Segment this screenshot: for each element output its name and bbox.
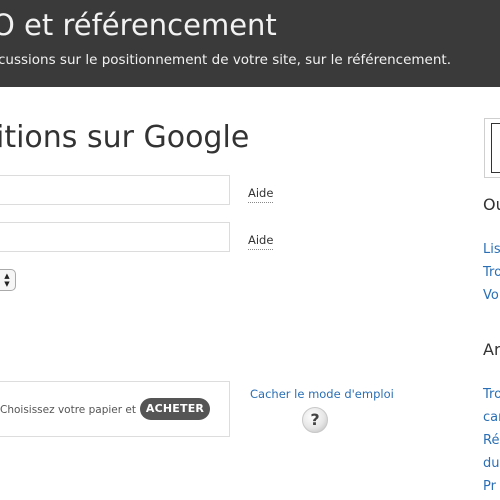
sidebar-link[interactable]: Lis bbox=[483, 242, 500, 257]
sidebar-link[interactable]: du bbox=[483, 456, 500, 471]
sidebar-link[interactable]: Pr bbox=[483, 479, 496, 494]
page-title: itions sur Google bbox=[0, 120, 250, 155]
sidebar-widget-box bbox=[484, 118, 500, 178]
help-link-1[interactable]: Aide bbox=[248, 186, 274, 203]
header-title: O et référencement bbox=[0, 8, 277, 42]
help-link-2[interactable]: Aide bbox=[248, 233, 274, 250]
sidebar-link[interactable]: Vo bbox=[483, 288, 499, 303]
text-field-1[interactable] bbox=[0, 175, 230, 205]
sidebar-link[interactable]: Tro bbox=[483, 387, 500, 402]
buy-button[interactable]: ACHETER bbox=[140, 398, 210, 420]
header-subtitle: cussions sur le positionnement de votre … bbox=[0, 52, 452, 68]
sidebar-widget-frame bbox=[491, 123, 500, 173]
text-field-2[interactable] bbox=[0, 222, 230, 252]
sidebar-link[interactable]: Ré bbox=[483, 433, 499, 448]
product-box: Choisissez votre papier et ACHETER bbox=[0, 381, 230, 437]
sidebar-link[interactable]: Tro bbox=[483, 265, 500, 280]
select-dropdown[interactable]: ▲ ▼ bbox=[0, 269, 16, 291]
sidebar-heading-2: Ar bbox=[483, 340, 500, 359]
sidebar-heading-1: Ou bbox=[483, 195, 500, 214]
product-description: Choisissez votre papier et bbox=[0, 404, 136, 416]
help-icon[interactable]: ? bbox=[302, 407, 328, 433]
sidebar-link[interactable]: car bbox=[483, 410, 500, 425]
site-header: O et référencement cussions sur le posit… bbox=[0, 0, 500, 87]
hide-instructions-link[interactable]: Cacher le mode d'emploi bbox=[250, 387, 394, 401]
select-arrows-icon: ▲ ▼ bbox=[4, 272, 10, 288]
